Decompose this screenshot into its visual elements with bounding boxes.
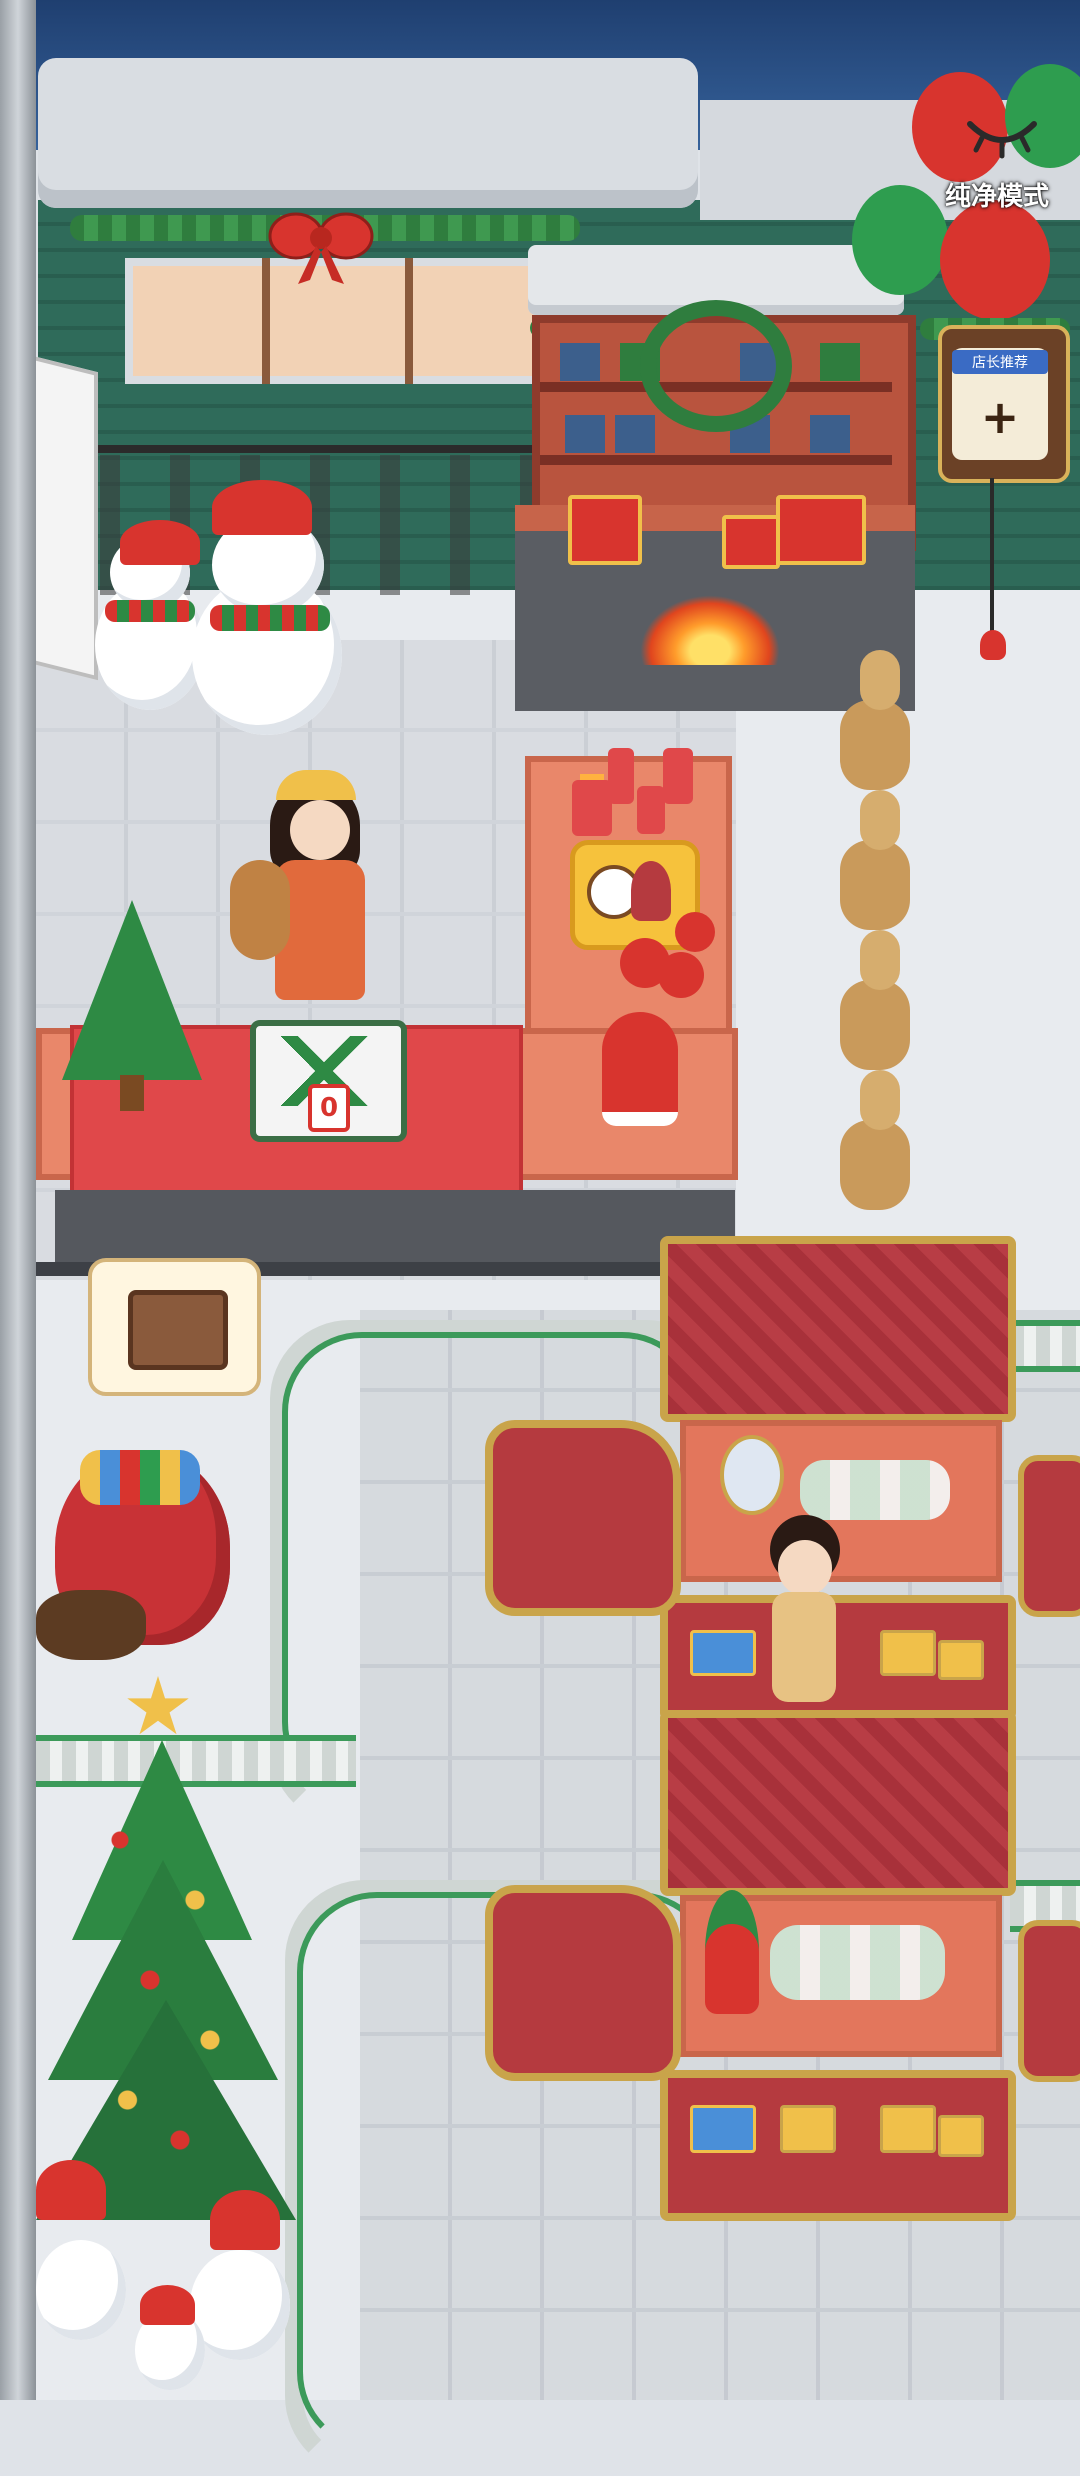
gift-box-icon: [880, 1630, 936, 1676]
gift-box-icon: [568, 495, 642, 565]
store-recommend-label: 店长推荐: [952, 350, 1048, 374]
gift-box-icon: [690, 2105, 756, 2153]
wreath-icon: [640, 300, 792, 432]
snowy-roof: [38, 58, 698, 208]
reindeer[interactable]: [830, 780, 920, 930]
book-stack: [565, 415, 605, 453]
counter-sign[interactable]: 0: [250, 1020, 407, 1142]
storage-bubble[interactable]: [88, 1258, 261, 1396]
customer-icon: [631, 861, 671, 921]
santa-hat-icon: [120, 520, 200, 565]
gift-box-icon: [776, 495, 866, 565]
add-plus-icon[interactable]: +: [966, 388, 1034, 446]
closed-eye-icon: [967, 121, 1037, 159]
santa-hat-icon: [212, 480, 312, 535]
gift-box-icon: [938, 2115, 984, 2157]
small-sleigh-chair[interactable]: [1018, 1920, 1080, 2082]
gift-box-icon: [938, 1640, 984, 1680]
sleigh-seat-back[interactable]: [660, 1710, 1016, 1896]
seated-customer[interactable]: [772, 1592, 836, 1702]
candle-icon: [608, 748, 634, 804]
gift-box-icon: [722, 515, 780, 569]
candle-icon: [637, 786, 665, 834]
shelf-plank: [540, 455, 892, 465]
candle-icon: [572, 780, 612, 836]
santa-figurine: [602, 1012, 678, 1126]
shopkeeper-face: [290, 800, 350, 860]
reindeer-pet: [230, 860, 290, 960]
book-stack: [615, 415, 655, 453]
track-straight: [1010, 1320, 1080, 1372]
book-stack: [820, 343, 860, 381]
gift-pile: [80, 1450, 200, 1505]
tree-ornaments: [90, 1800, 240, 2200]
sleigh-seat-back[interactable]: [660, 1236, 1016, 1422]
tree-cake-icon: [705, 1890, 759, 2014]
snowman-bottom[interactable]: [36, 2240, 126, 2340]
clean-mode-label[interactable]: 纯净模式: [932, 176, 1062, 213]
cookie-plate: [800, 1460, 950, 1520]
fire-icon: [640, 595, 780, 665]
pinecone-icon: [36, 1590, 146, 1660]
gift-box-icon: [690, 1630, 756, 1676]
santa-hat-icon: [140, 2285, 195, 2325]
apple-icon: [675, 912, 715, 952]
book-stack: [810, 415, 850, 453]
chest-icon: [128, 1290, 228, 1370]
santa-hat-icon: [36, 2160, 106, 2220]
cookie-plate: [770, 1925, 945, 2000]
gift-box-icon: [780, 2105, 836, 2153]
reindeer[interactable]: [830, 640, 920, 790]
scarf: [105, 600, 195, 622]
small-sleigh-chair[interactable]: [1018, 1455, 1080, 1617]
red-bow-icon: [268, 212, 374, 284]
snow-globe-icon: [720, 1435, 784, 1515]
reindeer[interactable]: [830, 920, 920, 1070]
apple-icon: [658, 952, 704, 998]
scarf: [210, 605, 330, 631]
bell-icon: [980, 630, 1006, 660]
snowman-bottom[interactable]: [190, 2250, 290, 2360]
reindeer[interactable]: [830, 1060, 920, 1210]
book-stack: [560, 343, 600, 381]
gift-box-icon: [880, 2105, 936, 2153]
stone-wall: [0, 0, 36, 2400]
counter-sign-value: 0: [308, 1084, 350, 1132]
small-sleigh-chair[interactable]: [485, 1420, 681, 1616]
small-sleigh-chair[interactable]: [485, 1885, 681, 2081]
small-christmas-tree: [62, 900, 202, 1080]
decor-string: [95, 445, 555, 453]
customer-face: [778, 1540, 832, 1596]
candle-icon: [663, 748, 693, 804]
santa-hat-icon: [210, 2190, 280, 2250]
tree-trunk: [120, 1075, 144, 1111]
window-frame: [405, 258, 413, 384]
sign-pole: [990, 478, 994, 638]
